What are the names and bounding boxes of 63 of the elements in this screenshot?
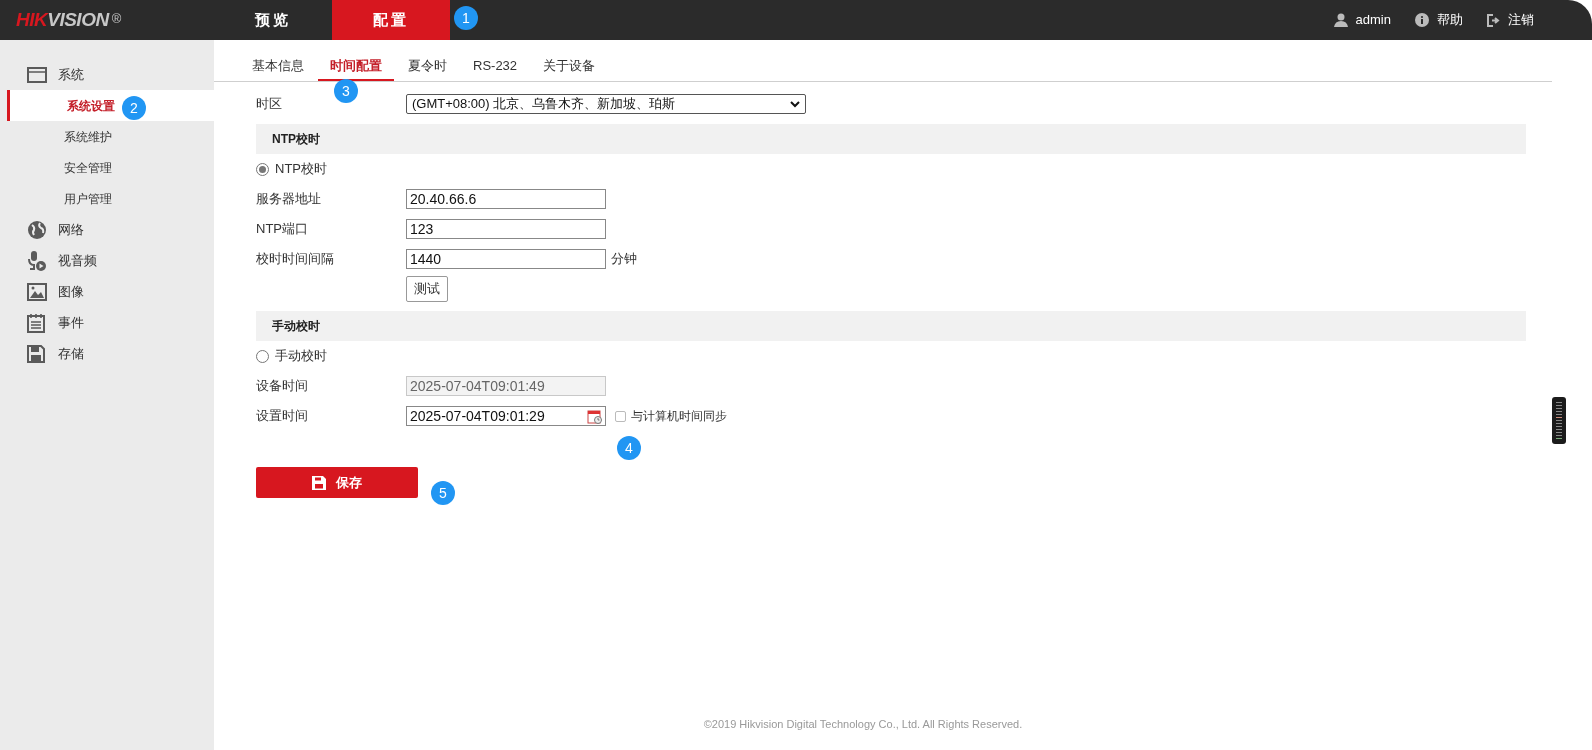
- sidebar-item[interactable]: 事件: [0, 307, 214, 338]
- save-button[interactable]: 保存: [256, 467, 418, 498]
- help-button[interactable]: 帮助: [1415, 10, 1463, 30]
- checkbox-label: 与计算机时间同步: [631, 408, 727, 425]
- level-meter-icon: [1556, 401, 1562, 440]
- step-badge: 3: [334, 79, 358, 103]
- radio-button[interactable]: [256, 162, 269, 176]
- field-label: 服务器地址: [256, 190, 322, 209]
- input-field[interactable]: 123: [406, 219, 606, 239]
- side-handle[interactable]: [1552, 397, 1566, 444]
- radio-label: 手动校时: [275, 347, 327, 366]
- sidebar-subitem[interactable]: 安全管理: [7, 152, 214, 183]
- sidebar-label: 图像: [58, 282, 84, 301]
- tab[interactable]: 夏令时: [396, 53, 459, 81]
- tab[interactable]: RS-232: [461, 53, 530, 81]
- sidebar-item[interactable]: 图像: [0, 276, 214, 307]
- footer-text: ©2019 Hikvision Digital Technology Co., Ltd. All Rights Reserved.: [702, 716, 1024, 732]
- user-button[interactable]: admin: [1333, 10, 1391, 30]
- sidebar-label: 系统: [58, 65, 84, 84]
- checkbox[interactable]: [615, 410, 626, 422]
- globe-icon: [27, 219, 47, 240]
- logo: HIKVISION®: [15, 7, 122, 32]
- step-badge: 4: [617, 436, 641, 460]
- field-label: 校时时间间隔: [256, 250, 335, 269]
- input-field[interactable]: 1440: [406, 249, 606, 269]
- unit-label: 分钟: [611, 250, 637, 269]
- tab[interactable]: 关于设备: [531, 53, 608, 81]
- radio-label: NTP校时: [275, 160, 327, 179]
- calendar-icon: [587, 408, 602, 424]
- field-label: NTP端口: [256, 220, 309, 239]
- input-field[interactable]: 20.40.66.6: [406, 189, 606, 209]
- sidebar-subitem[interactable]: 系统维护: [7, 121, 214, 152]
- field-label: 设置时间: [256, 407, 309, 426]
- timezone-select[interactable]: (GMT+08:00) 北京、乌鲁木齐、新加坡、珀斯: [406, 94, 806, 114]
- sidebar-label: 存储: [58, 344, 84, 363]
- test-button[interactable]: 测试: [406, 276, 448, 302]
- sidebar-item[interactable]: 视音频: [0, 245, 214, 276]
- sidebar-label: 视音频: [58, 251, 97, 270]
- nav-tab[interactable]: 预览: [214, 0, 332, 40]
- user-icon: [1333, 13, 1348, 27]
- window-icon: [27, 66, 47, 83]
- section-header: NTP校时: [256, 124, 1526, 154]
- sidebar-item[interactable]: 存储: [0, 338, 214, 369]
- tab[interactable]: 基本信息: [240, 53, 316, 81]
- info-icon: [1415, 13, 1429, 27]
- image-icon: [27, 282, 47, 301]
- date-field[interactable]: 2025-07-04T09:01:29: [406, 406, 606, 426]
- section-header: 手动校时: [256, 311, 1526, 341]
- logout-button[interactable]: 注销: [1487, 10, 1534, 30]
- field-label: 设备时间: [256, 377, 309, 396]
- step-badge: 5: [431, 481, 455, 505]
- sidebar-item[interactable]: 网络: [0, 214, 214, 245]
- sidebar-label: 事件: [58, 313, 84, 332]
- sidebar-label: 网络: [58, 220, 84, 239]
- sidebar-subitem[interactable]: 用户管理: [7, 183, 214, 214]
- microphone-icon: [27, 249, 47, 272]
- field-label: 时区: [256, 95, 283, 114]
- notepad-icon: [27, 312, 45, 333]
- logout-icon: [1487, 13, 1500, 27]
- chevron-down-icon: [790, 100, 800, 108]
- nav-tab[interactable]: 配置: [332, 0, 450, 40]
- radio-button[interactable]: [256, 349, 269, 363]
- sidebar-item[interactable]: 系统: [0, 59, 214, 90]
